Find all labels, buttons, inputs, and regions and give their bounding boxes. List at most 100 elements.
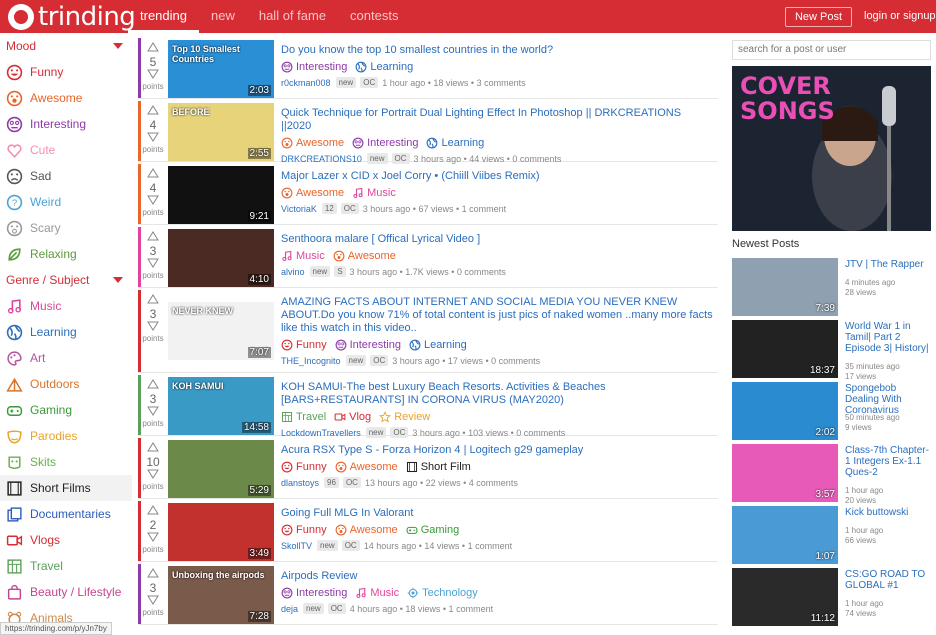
newest-post-title[interactable]: Class-7th Chapter-1 Integers Ex-1.1 Ques… [845,445,930,478]
post-tag[interactable]: Music [352,187,396,199]
tab-contests[interactable]: contests [338,0,410,33]
post-thumbnail[interactable]: 5:29 [168,440,274,498]
post-tag[interactable]: Interesting [281,61,347,73]
sidebar-item-sad[interactable]: Sad [0,163,132,189]
post-tag[interactable]: Short Film [406,461,471,473]
post-item[interactable]: 3 points KOH SAMUI 14:58 KOH SAMUI-The b… [138,375,718,438]
newest-post-item[interactable]: 7:39 JTV | The Rapper 4 minutes ago 28 v… [732,258,931,318]
newest-post-title[interactable]: Kick buttowski [845,507,930,518]
post-author[interactable]: r0ckman008 [281,78,331,88]
post-title[interactable]: Airpods Review [281,570,713,583]
post-thumbnail[interactable]: Top 10 Smallest Countries 2:03 [168,40,274,98]
sidebar-item-travel[interactable]: Travel [0,553,132,579]
post-tag[interactable]: Learning [426,137,484,149]
upvote-icon[interactable] [147,105,159,115]
sidebar-item-learning[interactable]: Learning [0,319,132,345]
post-thumbnail[interactable]: Unboxing the airpods 7:28 [168,566,274,624]
newest-post-title[interactable]: CS:GO ROAD TO GLOBAL #1 [845,569,930,591]
sidebar-item-interesting[interactable]: Interesting [0,111,132,137]
downvote-icon[interactable] [147,595,159,605]
post-tag[interactable]: Interesting [281,587,347,599]
newest-post-thumbnail[interactable]: 11:12 [732,568,838,626]
post-tag[interactable]: Learning [355,61,413,73]
post-author[interactable]: SkollTV [281,541,312,551]
post-tag[interactable]: Travel [281,411,326,423]
upvote-icon[interactable] [147,294,159,304]
downvote-icon[interactable] [147,321,159,331]
newest-post-item[interactable]: 11:12 CS:GO ROAD TO GLOBAL #1 1 hour ago… [732,568,931,628]
downvote-icon[interactable] [147,258,159,268]
post-item[interactable]: 4 points 9:21 Major Lazer x CID x Joel C… [138,164,718,225]
sidebar-item-relaxing[interactable]: Relaxing [0,241,132,267]
tab-hall-of-fame[interactable]: hall of fame [247,0,338,33]
post-author[interactable]: VictoriaK [281,204,317,214]
post-thumbnail[interactable]: KOH SAMUI 14:58 [168,377,274,435]
newest-post-thumbnail[interactable]: 2:02 [732,382,838,440]
post-thumbnail[interactable]: 4:10 [168,229,274,287]
post-tag[interactable]: Funny [281,524,327,536]
newest-post-item[interactable]: 1:07 Kick buttowski 1 hour ago 66 views [732,506,931,566]
sidebar-item-scary[interactable]: Scary [0,215,132,241]
post-thumbnail[interactable]: 3:49 [168,503,274,561]
sidebar-item-funny[interactable]: Funny [0,59,132,85]
post-title[interactable]: KOH SAMUI-The best Luxury Beach Resorts.… [281,381,713,407]
login-link[interactable]: login or signup [864,10,936,22]
post-item[interactable]: 3 points 4:10 Senthoora malare [ Offical… [138,227,718,288]
post-tag[interactable]: Interesting [335,339,401,351]
post-tag[interactable]: Technology [407,587,478,599]
newest-post-item[interactable]: 18:37 World War 1 in Tamil| Part 2 Episo… [732,320,931,381]
search-input[interactable]: search for a post or user [732,40,931,60]
sidebar-item-music[interactable]: Music [0,293,132,319]
sidebar-item-vlogs[interactable]: Vlogs [0,527,132,553]
post-tag[interactable]: Funny [281,339,327,351]
upvote-icon[interactable] [147,231,159,241]
post-tag[interactable]: Awesome [333,250,396,262]
upvote-icon[interactable] [147,168,159,178]
upvote-icon[interactable] [147,568,159,578]
post-tag[interactable]: Learning [409,339,467,351]
post-author[interactable]: alvino [281,267,305,277]
post-title[interactable]: Acura RSX Type S - Forza Horizon 4 | Log… [281,444,713,457]
sidebar-item-outdoors[interactable]: Outdoors [0,371,132,397]
post-title[interactable]: Going Full MLG In Valorant [281,507,713,520]
post-tag[interactable]: Awesome [281,187,344,199]
sidebar-item-short-films[interactable]: Short Films [0,475,132,501]
sidebar-item-weird[interactable]: ? Weird [0,189,132,215]
post-item[interactable]: 10 points 5:29 Acura RSX Type S - Forza … [138,438,718,499]
sidebar-item-documentaries[interactable]: Documentaries [0,501,132,527]
downvote-icon[interactable] [147,469,159,479]
post-thumbnail[interactable]: BEFORE 2:55 [168,103,274,161]
mood-header[interactable]: Mood [0,33,132,59]
post-tag[interactable]: Funny [281,461,327,473]
post-thumbnail[interactable]: NEVER KNEW 7:07 [168,302,274,360]
upvote-icon[interactable] [147,505,159,515]
post-item[interactable]: 3 points Unboxing the airpods 7:28 Airpo… [138,564,718,625]
downvote-icon[interactable] [147,132,159,142]
post-title[interactable]: Quick Technique for Portrait Dual Lighti… [281,107,713,133]
downvote-icon[interactable] [147,532,159,542]
downvote-icon[interactable] [147,406,159,416]
genre-header[interactable]: Genre / Subject [0,267,132,293]
post-thumbnail[interactable]: 9:21 [168,166,274,224]
newest-post-title[interactable]: JTV | The Rapper [845,259,930,270]
post-author[interactable]: LockdownTravellers [281,428,361,438]
post-author[interactable]: deja [281,604,298,614]
tab-trending[interactable]: trending [128,0,199,33]
downvote-icon[interactable] [147,69,159,79]
sidebar-item-cute[interactable]: Cute [0,137,132,163]
post-item[interactable]: 5 points Top 10 Smallest Countries 2:03 … [138,38,718,99]
post-title[interactable]: Senthoora malare [ Offical Lyrical Video… [281,233,713,246]
newest-post-title[interactable]: Spongebob Dealing With Coronavirus [845,383,930,416]
upvote-icon[interactable] [147,379,159,389]
post-author[interactable]: dlanstoys [281,478,319,488]
newest-post-thumbnail[interactable]: 18:37 [732,320,838,378]
post-title[interactable]: Major Lazer x CID x Joel Corry • (Chiill… [281,170,713,183]
post-tag[interactable]: Awesome [335,461,398,473]
post-tag[interactable]: Interesting [352,137,418,149]
sidebar-item-beauty-lifestyle[interactable]: Beauty / Lifestyle [0,579,132,605]
newest-post-title[interactable]: World War 1 in Tamil| Part 2 Episode 3| … [845,321,930,354]
post-tag[interactable]: Awesome [335,524,398,536]
newest-post-item[interactable]: 2:02 Spongebob Dealing With Coronavirus … [732,382,931,442]
post-tag[interactable]: Gaming [406,524,459,536]
sidebar-item-skits[interactable]: Skits [0,449,132,475]
